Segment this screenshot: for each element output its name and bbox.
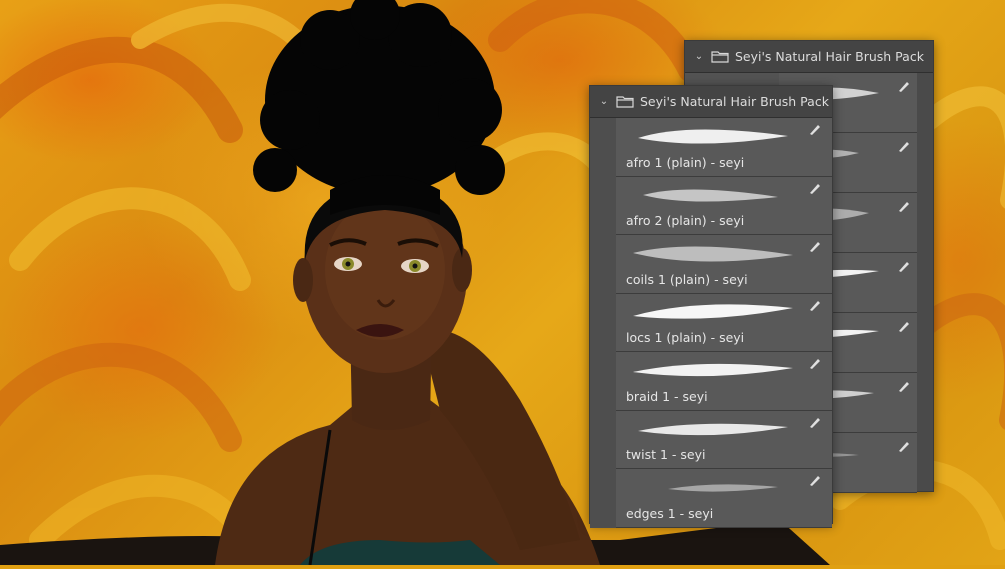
brush-list: afro 1 (plain) - seyi afro 2 (plain) - s… xyxy=(590,118,832,528)
pen-edit-icon[interactable] xyxy=(897,199,911,213)
pen-edit-icon[interactable] xyxy=(897,439,911,453)
panel-title: Seyi's Natural Hair Brush Pack xyxy=(735,49,924,64)
brush-stroke-icon xyxy=(638,129,788,144)
brush-stroke-icon xyxy=(638,423,788,435)
pen-edit-icon[interactable] xyxy=(897,259,911,273)
brush-item-braid-1[interactable]: braid 1 - seyi xyxy=(616,352,832,411)
pen-edit-icon[interactable] xyxy=(808,415,822,429)
folder-icon xyxy=(711,51,729,63)
brush-label: coils 1 (plain) - seyi xyxy=(626,271,748,287)
pen-edit-icon[interactable] xyxy=(897,319,911,333)
brush-item-afro-2[interactable]: afro 2 (plain) - seyi xyxy=(616,176,832,235)
folder-icon xyxy=(616,96,634,108)
panel-title: Seyi's Natural Hair Brush Pack xyxy=(640,94,829,109)
chevron-down-icon[interactable]: ⌄ xyxy=(594,96,614,107)
brush-stroke-icon xyxy=(643,188,778,202)
brush-label: afro 1 (plain) - seyi xyxy=(626,154,745,170)
pen-edit-icon[interactable] xyxy=(897,79,911,93)
brush-label: twist 1 - seyi xyxy=(626,447,706,462)
brush-stroke-icon xyxy=(668,484,778,492)
chevron-down-icon[interactable]: ⌄ xyxy=(689,51,709,62)
brush-label: locs 1 (plain) - seyi xyxy=(626,330,745,345)
brush-stroke-icon xyxy=(633,363,793,377)
brush-item-edges-1[interactable]: edges 1 - seyi xyxy=(616,469,832,528)
brush-label: edges 1 - seyi xyxy=(626,505,714,521)
brush-item-coils-1[interactable]: coils 1 (plain) - seyi xyxy=(616,235,832,294)
pen-edit-icon[interactable] xyxy=(897,139,911,153)
pen-edit-icon[interactable] xyxy=(897,379,911,393)
pen-edit-icon[interactable] xyxy=(808,356,822,370)
panel-header[interactable]: ⌄ Seyi's Natural Hair Brush Pack xyxy=(685,41,933,73)
brush-label: afro 2 (plain) - seyi xyxy=(626,213,745,228)
pen-edit-icon[interactable] xyxy=(808,473,822,487)
pen-edit-icon[interactable] xyxy=(808,122,822,136)
brush-stroke-icon xyxy=(633,246,793,262)
panel-header[interactable]: ⌄ Seyi's Natural Hair Brush Pack xyxy=(590,86,832,118)
brush-panel-front[interactable]: ⌄ Seyi's Natural Hair Brush Pack afro 1 … xyxy=(589,85,833,528)
pen-edit-icon[interactable] xyxy=(808,181,822,195)
brush-label: braid 1 - seyi xyxy=(626,388,708,404)
pen-edit-icon[interactable] xyxy=(808,298,822,312)
list-indent xyxy=(590,118,616,528)
brush-item-afro-1[interactable]: afro 1 (plain) - seyi xyxy=(616,118,832,177)
brush-item-twist-1[interactable]: twist 1 - seyi xyxy=(616,410,832,469)
scrollbar[interactable] xyxy=(917,73,933,491)
brush-stroke-icon xyxy=(633,303,793,319)
brush-item-locs-1[interactable]: locs 1 (plain) - seyi xyxy=(616,293,832,352)
pen-edit-icon[interactable] xyxy=(808,239,822,253)
